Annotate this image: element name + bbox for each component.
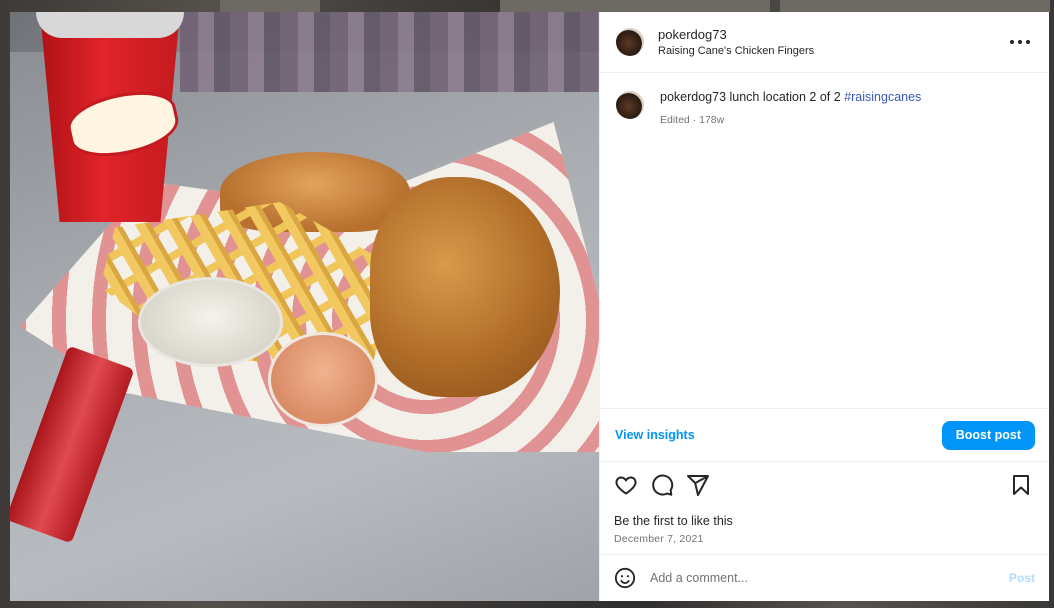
header-location[interactable]: Raising Cane's Chicken Fingers: [658, 43, 814, 59]
more-dot: [1018, 40, 1022, 44]
booth-background: [180, 12, 599, 92]
post-age[interactable]: 178w: [699, 114, 724, 126]
caption-body: pokerdog73 lunch location 2 of 2 #raisin…: [644, 89, 921, 129]
boost-post-button[interactable]: Boost post: [941, 420, 1035, 450]
more-dot: [1026, 40, 1030, 44]
share-icon[interactable]: [686, 473, 710, 497]
caption-username[interactable]: pokerdog73: [660, 90, 726, 104]
likes-text: Be the first to like this: [614, 514, 733, 528]
comments-area: pokerdog73 lunch location 2 of 2 #raisin…: [600, 73, 1049, 408]
caption-message: lunch location 2 of 2: [726, 90, 845, 104]
edited-label: Edited: [660, 114, 690, 126]
sauce-cup: [268, 332, 378, 427]
comment-icon[interactable]: [650, 473, 674, 497]
bookmark-icon[interactable]: [1009, 473, 1033, 497]
view-insights-link[interactable]: View insights: [615, 428, 695, 442]
caption-hashtag[interactable]: #raisingcanes: [844, 90, 921, 104]
caption: pokerdog73 lunch location 2 of 2 #raisin…: [616, 89, 1033, 129]
caption-avatar[interactable]: [616, 91, 644, 119]
caption-meta: Edited · 178w: [660, 114, 725, 126]
avatar[interactable]: [616, 28, 644, 56]
header-names: pokerdog73 Raising Cane's Chicken Finger…: [658, 26, 814, 59]
insights-bar: View insights Boost post: [600, 408, 1049, 461]
post-header: pokerdog73 Raising Cane's Chicken Finger…: [600, 12, 1049, 73]
heart-icon[interactable]: [614, 473, 638, 497]
drink-cup-lid: [36, 12, 184, 38]
emoji-icon[interactable]: [614, 567, 636, 589]
header-username[interactable]: pokerdog73: [658, 26, 814, 43]
post-modal: pokerdog73 Raising Cane's Chicken Finger…: [10, 12, 1049, 601]
backdrop-thumbnail: [500, 0, 770, 12]
backdrop-thumbnail: [220, 0, 320, 12]
post-photo[interactable]: [10, 12, 599, 601]
post-date[interactable]: December 7, 2021: [614, 533, 1033, 545]
post-actions: Be the first to like this December 7, 20…: [600, 461, 1049, 554]
more-dot: [1010, 40, 1014, 44]
more-options-icon[interactable]: [1007, 34, 1033, 50]
action-icons: [614, 472, 1033, 498]
post-comment-button[interactable]: Post: [1009, 571, 1035, 585]
caption-text: pokerdog73 lunch location 2 of 2 #raisin…: [660, 89, 921, 106]
add-comment-bar: Post: [600, 554, 1049, 601]
coleslaw-cup: [138, 277, 283, 367]
backdrop-thumbnail: [780, 0, 1050, 12]
comment-input[interactable]: [650, 571, 1009, 585]
post-side-panel: pokerdog73 Raising Cane's Chicken Finger…: [599, 12, 1049, 601]
